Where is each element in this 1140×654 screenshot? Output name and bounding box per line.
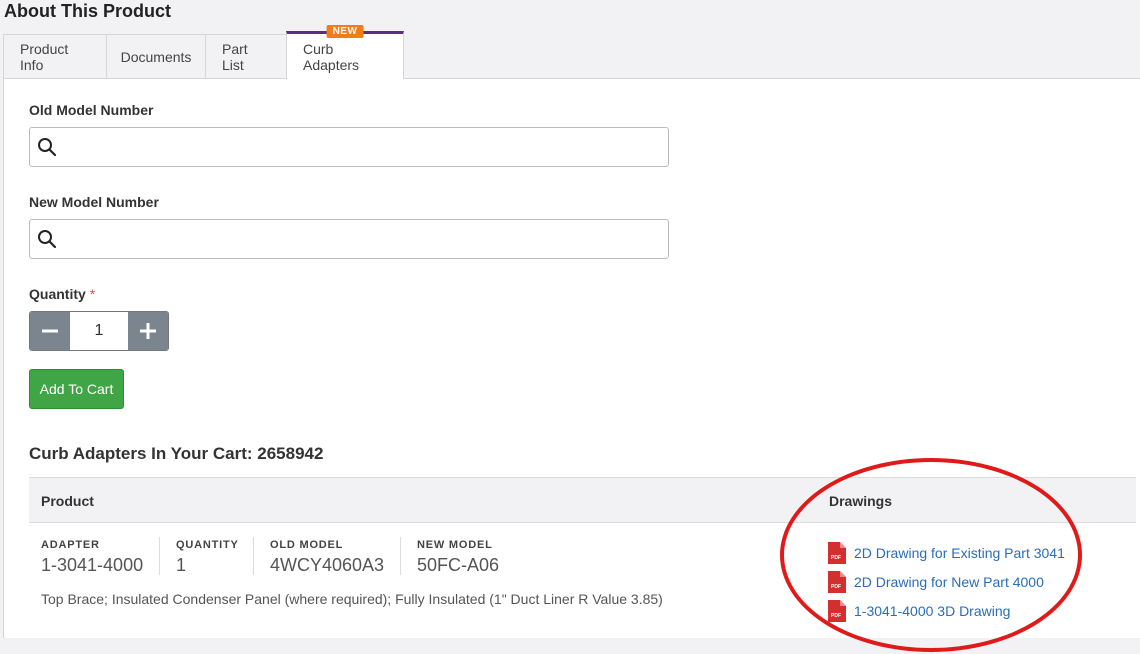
- search-icon: [30, 220, 64, 258]
- minus-icon: [42, 329, 58, 333]
- drawing-link-label[interactable]: 2D Drawing for New Part 4000: [854, 574, 1044, 590]
- new-model-col-label: NEW MODEL: [417, 539, 493, 551]
- add-to-cart-button[interactable]: Add To Cart: [29, 369, 124, 409]
- quantity-stepper: 1: [29, 311, 169, 351]
- cart-title: Curb Adapters In Your Cart: 2658942: [29, 444, 324, 463]
- tab-documents[interactable]: Documents: [106, 34, 206, 79]
- drawing-link-existing-part[interactable]: PDF 2D Drawing for Existing Part 3041: [828, 538, 1065, 567]
- search-icon: [30, 128, 64, 166]
- new-model-cell: NEW MODEL 50FC-A06: [417, 539, 499, 576]
- svg-text:PDF: PDF: [831, 613, 841, 619]
- new-model-input[interactable]: [64, 221, 668, 257]
- tab-label: Part List: [222, 41, 248, 73]
- tab-label: Curb Adapters: [303, 40, 360, 73]
- pdf-icon: PDF: [828, 541, 846, 564]
- svg-text:PDF: PDF: [831, 584, 841, 590]
- tab-part-list[interactable]: Part List: [205, 34, 287, 79]
- decrement-button[interactable]: [30, 312, 70, 350]
- plus-icon: [140, 323, 156, 339]
- svg-text:PDF: PDF: [831, 555, 841, 561]
- drawing-link-new-part[interactable]: PDF 2D Drawing for New Part 4000: [828, 567, 1065, 596]
- adapter-label: ADAPTER: [41, 539, 100, 551]
- new-badge: NEW: [326, 25, 364, 38]
- cart-table-header: Product Drawings: [29, 477, 1136, 523]
- table-row: ADAPTER 1-3041-4000 QUANTITY 1 OLD MODEL…: [29, 524, 1136, 634]
- pdf-icon: PDF: [828, 570, 846, 593]
- tab-curb-adapters[interactable]: NEW Curb Adapters: [286, 25, 404, 79]
- old-model-col-value: 4WCY4060A3: [270, 555, 385, 575]
- product-description: Top Brace; Insulated Condenser Panel (wh…: [41, 591, 663, 607]
- quantity-value[interactable]: 1: [70, 312, 128, 350]
- quantity-label: Quantity *: [29, 286, 95, 302]
- increment-button[interactable]: [128, 312, 168, 350]
- drawing-link-label[interactable]: 2D Drawing for Existing Part 3041: [854, 545, 1065, 561]
- adapter-cell: ADAPTER 1-3041-4000: [41, 539, 143, 576]
- new-model-label: New Model Number: [29, 194, 159, 210]
- old-model-cell: OLD MODEL 4WCY4060A3: [270, 539, 384, 576]
- column-divider: [400, 537, 401, 575]
- product-column-header: Product: [41, 493, 94, 509]
- column-divider: [253, 537, 254, 575]
- new-model-search[interactable]: [29, 219, 669, 259]
- quantity-label-text: Quantity: [29, 286, 86, 302]
- quantity-col-value: 1: [176, 555, 187, 575]
- drawings-list: PDF 2D Drawing for Existing Part 3041 PD…: [828, 538, 1065, 625]
- tab-label: Product Info: [20, 41, 69, 73]
- page-title: About This Product: [4, 1, 171, 21]
- curb-adapters-panel: Old Model Number New Model Number Quanti…: [3, 78, 1140, 638]
- old-model-search[interactable]: [29, 127, 669, 167]
- drawings-column-header: Drawings: [829, 493, 893, 509]
- quantity-cell: QUANTITY 1: [176, 539, 239, 576]
- tab-product-info[interactable]: Product Info: [3, 34, 107, 79]
- old-model-input[interactable]: [64, 129, 668, 165]
- column-divider: [159, 537, 160, 575]
- drawing-link-3d[interactable]: PDF 1-3041-4000 3D Drawing: [828, 596, 1065, 625]
- quantity-col-label: QUANTITY: [176, 539, 239, 551]
- old-model-label: Old Model Number: [29, 102, 154, 118]
- adapter-value: 1-3041-4000: [41, 555, 144, 575]
- tab-label: Documents: [120, 49, 192, 65]
- required-asterisk: *: [89, 286, 96, 302]
- drawing-link-label[interactable]: 1-3041-4000 3D Drawing: [854, 603, 1010, 619]
- pdf-icon: PDF: [828, 599, 846, 622]
- tab-bar: Product Info Documents Part List NEW Cur…: [3, 25, 404, 79]
- old-model-col-label: OLD MODEL: [270, 539, 344, 551]
- new-model-col-value: 50FC-A06: [417, 555, 500, 575]
